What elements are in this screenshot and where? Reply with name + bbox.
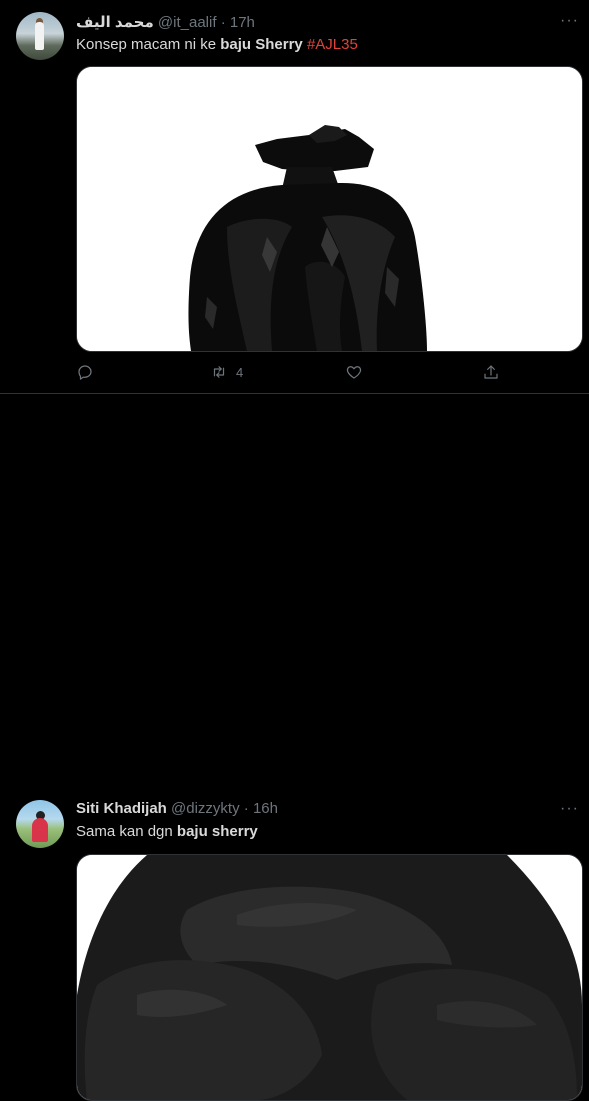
tweet[interactable]: Siti Khadijah @dizzykty · 16h ··· Sama k… — [0, 394, 589, 1101]
retweet-icon — [213, 366, 225, 378]
timestamp[interactable]: 16h — [253, 800, 278, 817]
avatar-figure — [35, 22, 44, 50]
tweet-text-plain: Konsep macam ni ke — [76, 36, 221, 53]
retweet-button[interactable]: 4 — [210, 363, 270, 383]
tweet-text-bold: baju Sherry — [220, 36, 303, 53]
more-options-icon[interactable]: ··· — [560, 12, 579, 30]
tweet-header: Siti Khadijah @dizzykty · 16h — [76, 800, 278, 817]
avatar[interactable] — [16, 800, 64, 848]
share-button[interactable] — [482, 363, 500, 383]
display-name[interactable]: محمد اليف — [76, 14, 154, 31]
separator-dot: · — [243, 800, 249, 817]
hashtag-link[interactable]: #AJL35 — [307, 36, 358, 53]
tweet-text: Konsep macam ni ke baju Sherry #AJL35 — [76, 36, 358, 53]
tweet-media-image[interactable] — [76, 854, 583, 1101]
avatar[interactable] — [16, 12, 64, 60]
separator-dot: · — [220, 14, 226, 31]
like-button[interactable] — [345, 363, 363, 383]
tweet-text: Sama kan dgn baju sherry — [76, 823, 258, 840]
reply-icon — [78, 365, 92, 380]
bean-bag-image — [77, 855, 582, 1100]
more-options-icon[interactable]: ··· — [560, 800, 579, 818]
tweet-media-image[interactable] — [76, 66, 583, 352]
tweet-text-plain: Sama kan dgn — [76, 823, 177, 840]
tweet-text-bold: baju sherry — [176, 823, 258, 840]
user-handle[interactable]: @dizzykty — [171, 800, 240, 817]
timestamp[interactable]: 17h — [230, 14, 255, 31]
display-name[interactable]: Siti Khadijah — [76, 800, 167, 817]
tweet-header: محمد اليف @it_aalif · 17h — [76, 13, 255, 31]
avatar-figure — [32, 818, 48, 842]
user-handle[interactable]: @it_aalif — [158, 14, 217, 31]
tweet-actions: 4 — [76, 363, 506, 383]
reply-button[interactable] — [76, 363, 94, 383]
share-icon — [484, 365, 498, 379]
retweet-count: 4 — [236, 365, 244, 380]
heart-icon — [346, 366, 362, 379]
garbage-bag-image — [77, 67, 582, 351]
tweet[interactable]: محمد اليف @it_aalif · 17h ··· Konsep mac… — [0, 0, 589, 394]
